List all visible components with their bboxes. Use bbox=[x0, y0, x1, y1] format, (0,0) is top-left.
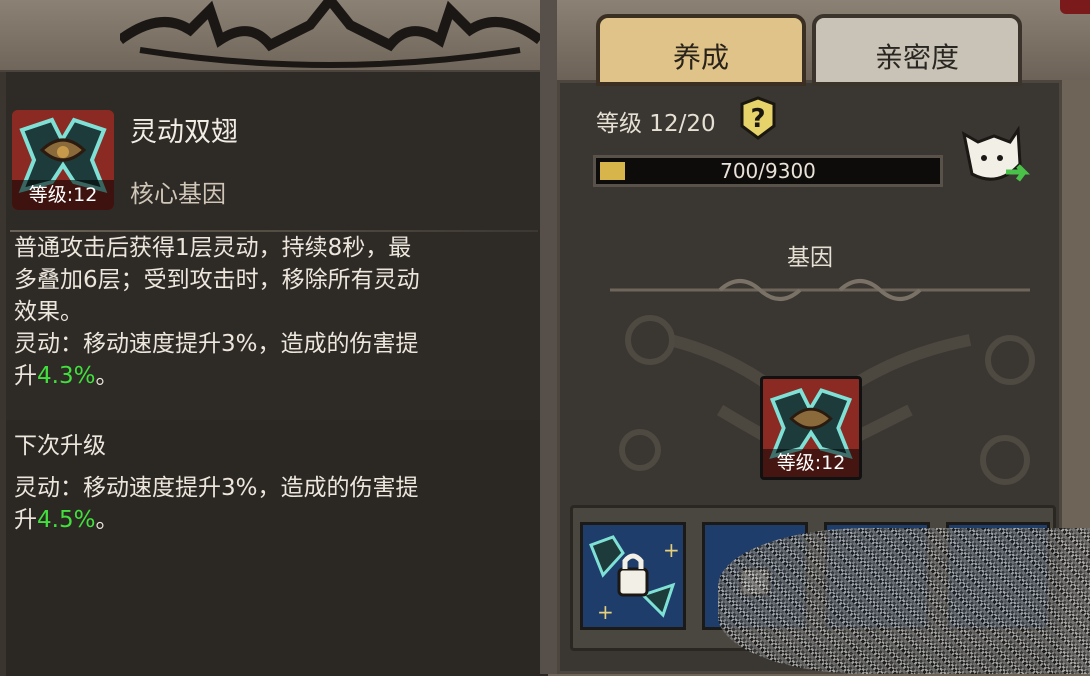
svg-text:?: ? bbox=[750, 104, 765, 134]
effect-prefix: 升 bbox=[14, 363, 37, 389]
level-progress-text: 等级 12/20 bbox=[596, 111, 716, 137]
next-effect-line-2: 升4.5%。 bbox=[14, 504, 534, 536]
center-gene-level: 等级:12 bbox=[763, 449, 859, 477]
exp-progress-bar: 700/9300 bbox=[593, 155, 943, 187]
obscured-region bbox=[718, 528, 1090, 674]
svg-text:+: + bbox=[597, 600, 614, 624]
effect-value: 4.3% bbox=[37, 363, 96, 389]
tab-intimacy[interactable]: 亲密度 bbox=[812, 14, 1022, 86]
next-effect-value: 4.5% bbox=[37, 507, 96, 533]
corner-decoration bbox=[1060, 0, 1090, 14]
effect-line: 灵动：移动速度提升3%，造成的伤害提 bbox=[14, 331, 419, 357]
description-line: 效果。 bbox=[14, 299, 83, 325]
panel-gap bbox=[540, 0, 557, 674]
effect-suffix: 。 bbox=[95, 363, 119, 389]
gene-icon: 等级:12 bbox=[12, 110, 114, 210]
next-effect-suffix: 。 bbox=[95, 507, 119, 533]
gene-name: 灵动双翅 bbox=[130, 117, 238, 148]
svg-text:+: + bbox=[663, 538, 680, 562]
cat-swap-icon[interactable] bbox=[958, 124, 1030, 190]
help-icon[interactable]: ? bbox=[738, 96, 778, 140]
next-level-title: 下次升级 bbox=[14, 433, 106, 459]
tab-cultivation[interactable]: 养成 bbox=[596, 14, 806, 86]
lock-icon: + + bbox=[583, 525, 683, 627]
panel-rail bbox=[0, 72, 6, 676]
gene-type: 核心基因 bbox=[130, 180, 226, 208]
exp-progress-text: 700/9300 bbox=[720, 159, 816, 183]
gene-level-label: 等级:12 bbox=[12, 180, 114, 210]
effect-line-2: 升4.3%。 bbox=[14, 360, 534, 392]
description-line: 普通攻击后获得1层灵动，持续8秒，最 bbox=[14, 235, 412, 261]
gene-section-title: 基因 bbox=[787, 245, 833, 271]
gene-slot-locked[interactable]: + + bbox=[580, 522, 686, 630]
next-effect-line: 灵动：移动速度提升3%，造成的伤害提 bbox=[14, 475, 419, 501]
next-level-description: 灵动：移动速度提升3%，造成的伤害提 升4.5%。 bbox=[14, 472, 534, 536]
center-gene-slot[interactable]: 等级:12 bbox=[760, 376, 862, 480]
description-line: 多叠加6层；受到攻击时，移除所有灵动 bbox=[14, 267, 420, 293]
crown-ornament-icon bbox=[120, 0, 540, 68]
next-effect-prefix: 升 bbox=[14, 507, 37, 533]
gene-description: 普通攻击后获得1层灵动，持续8秒，最 多叠加6层；受到攻击时，移除所有灵动 效果… bbox=[14, 232, 534, 392]
